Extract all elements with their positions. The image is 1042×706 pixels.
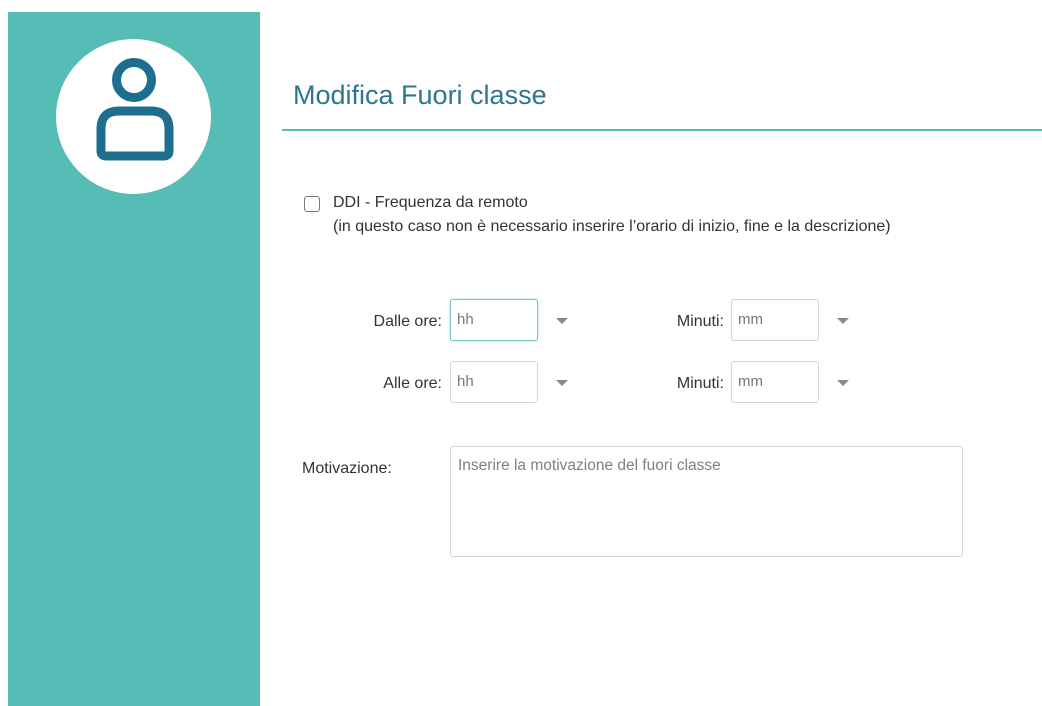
sidebar xyxy=(8,12,260,706)
to-hours-select[interactable]: hh xyxy=(450,361,538,403)
from-minutes-select[interactable]: mm xyxy=(731,299,819,341)
title-divider xyxy=(282,129,1042,131)
to-minutes-select[interactable]: mm xyxy=(731,361,819,403)
avatar xyxy=(56,39,211,194)
motivation-label: Motivazione: xyxy=(302,460,392,477)
to-minutes-dropdown-arrow-icon[interactable] xyxy=(837,380,849,386)
ddi-checkbox-label[interactable]: DDI - Frequenza da remoto xyxy=(333,194,528,212)
to-hours-label: Alle ore: xyxy=(383,375,442,392)
from-minutes-dropdown-arrow-icon[interactable] xyxy=(837,318,849,324)
from-hours-label: Dalle ore: xyxy=(373,313,442,330)
to-minutes-label: Minuti: xyxy=(676,375,724,392)
from-hours-select[interactable]: hh xyxy=(450,299,538,341)
from-hours-dropdown-arrow-icon[interactable] xyxy=(556,318,568,324)
motivation-textarea[interactable] xyxy=(450,446,963,557)
from-minutes-label: Minuti: xyxy=(676,313,724,330)
to-hours-dropdown-arrow-icon[interactable] xyxy=(556,380,568,386)
ddi-checkbox[interactable] xyxy=(304,196,320,212)
user-icon xyxy=(96,58,174,161)
ddi-note: (in questo caso non è necessario inserir… xyxy=(333,218,891,235)
page-title: Modifica Fuori classe xyxy=(293,80,547,110)
